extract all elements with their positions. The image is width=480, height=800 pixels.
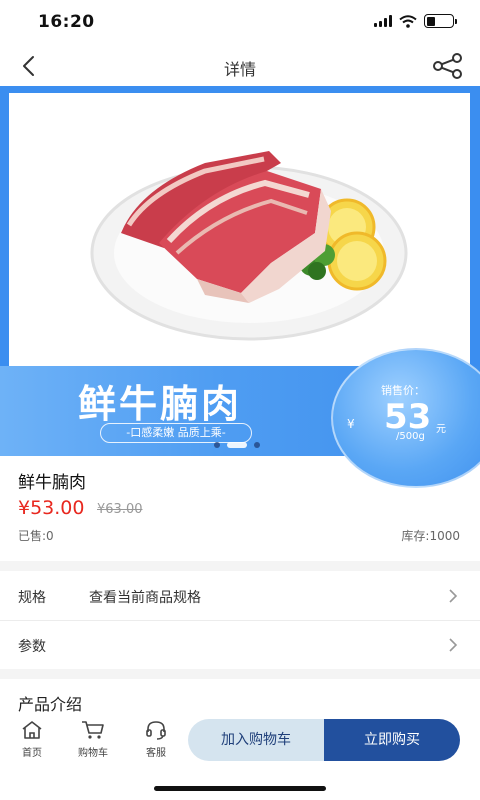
buy-now-button[interactable]: 立即购买 [324,719,460,761]
chevron-right-icon [449,589,458,603]
beef-plate-image [90,151,408,341]
product-banner[interactable]: 鲜牛腩肉 -口感柔嫩 品质上乘- 销售价： ¥ 53 元 /500g [0,86,480,488]
spec-value: 查看当前商品规格 [89,590,201,606]
section-divider [0,561,480,571]
share-icon [433,53,462,79]
share-button[interactable] [430,52,466,80]
params-label: 参数 [18,639,46,655]
carousel-dot[interactable] [254,442,260,448]
spec-label: 规格 [18,590,46,606]
product-price: ¥53.00 [18,497,85,519]
signal-icon [374,15,392,27]
product-sold-count: 已售:0 [18,529,54,543]
product-original-price: ¥63.00 [97,502,143,517]
bottom-action-bar: 首页 购物车 客服 加入购物车 立即购买 [0,712,480,768]
home-icon [22,721,42,739]
status-icons [374,14,457,28]
carousel-dot[interactable] [227,442,247,448]
status-time: 16:20 [38,12,95,32]
tab-cart[interactable]: 购物车 [71,720,115,759]
status-bar: 16:20 [0,0,480,44]
banner-title: 鲜牛腩肉 [78,382,243,426]
price-badge-unit: 元 [436,424,446,435]
product-image [9,93,470,373]
price-badge-currency: ¥ [347,417,355,431]
tab-service-label: 客服 [146,748,166,759]
page-title: 详情 [223,60,256,79]
wifi-icon [399,14,417,28]
chevron-right-icon [449,638,458,652]
cart-icon [82,721,104,739]
carousel-dot[interactable] [214,442,220,448]
tab-home-label: 首页 [22,748,42,759]
price-badge-weight: /500g [396,431,425,442]
banner-slogan: -口感柔嫩 品质上乘- [100,423,252,443]
spec-row[interactable]: 规格 查看当前商品规格 [0,572,480,620]
carousel-indicator[interactable] [214,442,260,448]
headset-icon [146,721,166,740]
tab-service[interactable]: 客服 [134,720,178,759]
tab-home[interactable]: 首页 [10,720,54,759]
battery-icon [424,14,457,28]
tab-cart-label: 购物车 [78,748,108,759]
add-to-cart-button[interactable]: 加入购物车 [188,719,324,761]
params-row[interactable]: 参数 [0,621,480,669]
home-indicator [154,786,326,791]
price-badge-label: 销售价： [381,384,425,397]
section-divider [0,669,480,679]
nav-bar: 详情 [0,44,480,88]
product-name: 鲜牛腩肉 [18,473,86,493]
product-stock: 库存:1000 [401,529,460,543]
